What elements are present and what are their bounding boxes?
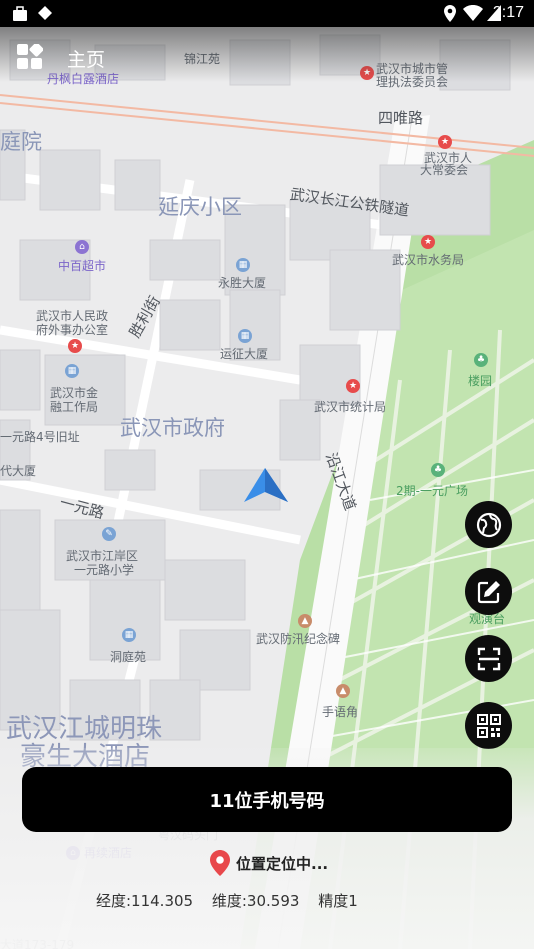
map-label-ting[interactable]: 庭院 [0, 130, 42, 154]
latitude-value: 维度:30.593 [211, 892, 300, 910]
map-label-yongsheng[interactable]: 永胜大厦 [218, 276, 266, 290]
school-poi-icon[interactable]: ✎ [102, 527, 116, 541]
map-label-yanqing[interactable]: 延庆小区 [158, 195, 242, 219]
building-poi-icon[interactable]: ▦ [122, 628, 136, 642]
edit-button[interactable] [465, 568, 512, 615]
location-icon [444, 5, 456, 22]
map-label-dongting[interactable]: 洞庭苑 [110, 650, 146, 664]
government-poi-icon[interactable]: ★ [421, 235, 435, 249]
map-label-shuiwu[interactable]: 武汉市水务局 [392, 253, 464, 267]
map-label-fangxun[interactable]: 武汉防汛纪念碑 [256, 632, 340, 646]
landmark-poi-icon[interactable]: ▲ [298, 614, 312, 628]
status-time: 3:17 [492, 4, 524, 21]
location-pin-icon [210, 850, 230, 876]
building-poi-icon[interactable]: ▦ [238, 329, 252, 343]
scan-icon [477, 647, 500, 670]
qr-code-button[interactable] [465, 702, 512, 749]
qr-code-icon [476, 713, 501, 738]
building-poi-icon[interactable]: ▦ [65, 364, 79, 378]
map-label-zhengfu[interactable]: 武汉市政府 [120, 416, 225, 440]
map-label-renda2[interactable]: 大常委会 [420, 163, 468, 177]
government-poi-icon[interactable]: ★ [68, 339, 82, 353]
status-bar: 3:17 [0, 0, 534, 27]
locating-text: 位置定位中... [236, 854, 329, 873]
map-label-waishi2[interactable]: 府外事办公室 [36, 323, 108, 337]
map-label-tongji[interactable]: 武汉市统计局 [314, 400, 386, 414]
globe-icon [476, 512, 501, 537]
top-nav: 主页 [0, 27, 534, 82]
map-label-xuexiao2[interactable]: 一元路小学 [74, 563, 134, 577]
map-label-mingzhu1[interactable]: 武汉江城明珠 [6, 714, 162, 744]
park-poi-icon[interactable]: ♣ [431, 463, 445, 477]
page-title: 主页 [67, 49, 106, 71]
shopping-poi-icon[interactable]: ⌂ [75, 240, 89, 254]
diamond-icon [38, 6, 52, 20]
map-label-zhongbai[interactable]: 中百超市 [58, 259, 106, 273]
scan-button[interactable] [465, 635, 512, 682]
map-label-yunzheng[interactable]: 运征大厦 [220, 347, 268, 361]
map-label-louyuan[interactable]: 楼园 [468, 374, 492, 388]
globe-button[interactable] [465, 501, 512, 548]
map-label-jinrong1[interactable]: 武汉市金 [50, 386, 98, 400]
government-poi-icon[interactable]: ★ [346, 379, 360, 393]
building-poi-icon[interactable]: ▦ [236, 258, 250, 272]
map-label-guangchang[interactable]: 2期-一元广场 [396, 484, 468, 498]
accuracy-value: 精度1 [318, 892, 358, 910]
map-label-siweilu[interactable]: 四唯路 [378, 110, 423, 127]
park-poi-icon[interactable]: ♣ [474, 353, 488, 367]
map-label-yiyuan4[interactable]: 一元路4号旧址 [0, 430, 80, 444]
location-status: 位置定位中... [210, 848, 328, 878]
wifi-icon [463, 5, 483, 21]
map-label-jinrong2[interactable]: 融工作局 [50, 400, 98, 414]
apps-grid-icon[interactable] [17, 44, 43, 70]
longitude-value: 经度:114.305 [96, 892, 194, 910]
edit-icon [477, 580, 500, 603]
map-label-waishi1[interactable]: 武汉市人民政 [36, 309, 108, 323]
map-label-dai[interactable]: 代大厦 [0, 464, 36, 478]
map-label-shouyu[interactable]: 手语角 [322, 705, 358, 719]
notification-icon [13, 6, 27, 21]
landmark-poi-icon[interactable]: ▲ [336, 684, 350, 698]
map-label-xuexiao1[interactable]: 武汉市江岸区 [66, 549, 138, 563]
coordinates-readout: 经度:114.305 维度:30.593 精度1 [96, 890, 372, 911]
government-poi-icon[interactable]: ★ [438, 135, 452, 149]
phone-number-button[interactable]: 11位手机号码 [22, 767, 512, 832]
